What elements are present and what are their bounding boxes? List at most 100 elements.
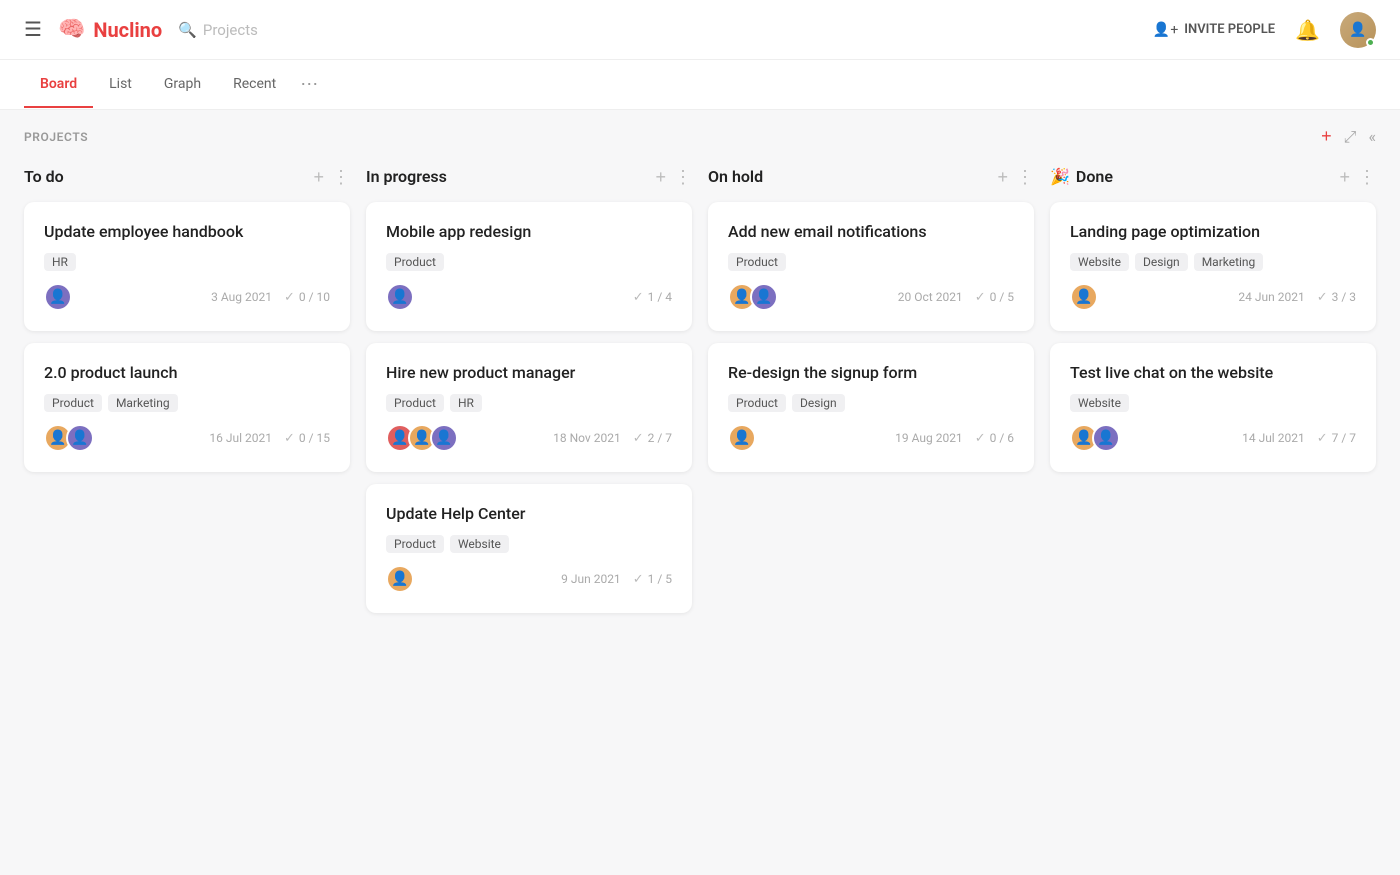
card-tag: Marketing [1194, 253, 1264, 271]
card-tag: HR [44, 253, 76, 271]
avatar: 👤 [1070, 283, 1098, 311]
tab-list[interactable]: List [93, 62, 148, 108]
column-menu-button[interactable]: ⋮ [1016, 168, 1034, 186]
card-date: 20 Oct 2021 [898, 290, 963, 304]
card[interactable]: Landing page optimizationWebsiteDesignMa… [1050, 202, 1376, 331]
card-title: Hire new product manager [386, 363, 672, 382]
card-footer: 👤👤16 Jul 2021✓0 / 15 [44, 424, 330, 452]
card-avatars: 👤👤👤 [386, 424, 458, 452]
tab-recent[interactable]: Recent [217, 62, 292, 108]
kanban-columns: To do+⋮Update employee handbookHR👤3 Aug … [24, 163, 1376, 625]
card[interactable]: Re-design the signup formProductDesign👤1… [708, 343, 1034, 472]
board-section-title: PROJECTS [24, 130, 88, 144]
card-date: 14 Jul 2021 [1242, 431, 1305, 445]
column-add-button[interactable]: + [997, 168, 1008, 186]
card-meta: 24 Jun 2021 ✓3 / 3 [1238, 290, 1356, 305]
invite-icon: 👤+ [1153, 22, 1178, 38]
column-todo: To do+⋮Update employee handbookHR👤3 Aug … [24, 163, 350, 484]
card-avatars: 👤 [1070, 283, 1098, 311]
column-add-button[interactable]: + [1339, 168, 1350, 186]
checklist-icon: ✓ [633, 290, 644, 305]
card-tags: ProductMarketing [44, 394, 330, 412]
card-date: 3 Aug 2021 [211, 290, 272, 304]
card-tag: Product [44, 394, 102, 412]
column-add-button[interactable]: + [655, 168, 666, 186]
bell-icon[interactable]: 🔔 [1295, 18, 1320, 42]
checklist-icon: ✓ [975, 290, 986, 305]
card-tag: Design [792, 394, 845, 412]
header-right: 👤+ INVITE PEOPLE 🔔 👤 [1153, 12, 1376, 48]
card[interactable]: Mobile app redesignProduct👤✓1 / 4 [366, 202, 692, 331]
card-footer: 👤19 Aug 2021✓0 / 6 [728, 424, 1014, 452]
card-avatars: 👤 [386, 565, 414, 593]
avatar: 👤 [386, 565, 414, 593]
column-header-todo: To do+⋮ [24, 163, 350, 190]
card[interactable]: Add new email notificationsProduct👤👤20 O… [708, 202, 1034, 331]
card-title: Re-design the signup form [728, 363, 1014, 382]
checklist-count: 0 / 6 [990, 431, 1014, 445]
avatar: 👤 [728, 424, 756, 452]
column-title-done: 🎉 Done [1050, 167, 1113, 186]
card-tags: Product Design [728, 394, 1014, 412]
column-menu-button[interactable]: ⋮ [1358, 168, 1376, 186]
card-checklist: ✓3 / 3 [1317, 290, 1356, 305]
board-header: PROJECTS + ⤢ « [24, 126, 1376, 147]
card-tag: Product [728, 394, 786, 412]
header: ☰ 🧠 Nuclino 🔍 Projects 👤+ INVITE PEOPLE … [0, 0, 1400, 60]
hamburger-button[interactable]: ☰ [24, 20, 42, 40]
column-header-done: 🎉Done+⋮ [1050, 163, 1376, 190]
checklist-icon: ✓ [284, 290, 295, 305]
column-inprogress: In progress + ⋮ Mobile app redesignProduct👤… [366, 163, 692, 625]
card-footer: 👤👤20 Oct 2021✓0 / 5 [728, 283, 1014, 311]
collapse-icon[interactable]: « [1368, 127, 1376, 146]
column-emoji: 🎉 [1050, 167, 1070, 186]
avatar: 👤 [750, 283, 778, 311]
column-header-actions: +⋮ [1339, 168, 1376, 186]
column-done: 🎉Done+⋮Landing page optimizationWebsiteD… [1050, 163, 1376, 484]
checklist-icon: ✓ [284, 431, 295, 446]
card[interactable]: Update employee handbookHR👤3 Aug 2021✓0 … [24, 202, 350, 331]
column-title-inprogress: In progress [366, 167, 447, 186]
logo-text: Nuclino [93, 18, 162, 42]
column-add-button[interactable]: + [313, 168, 324, 186]
user-avatar[interactable]: 👤 [1340, 12, 1376, 48]
expand-icon[interactable]: ⤢ [1344, 127, 1357, 147]
column-title-todo: To do [24, 167, 64, 186]
card-date: 24 Jun 2021 [1238, 290, 1304, 304]
card-tags: Product [386, 253, 672, 271]
column-menu-button[interactable]: ⋮ [332, 168, 350, 186]
invite-button[interactable]: 👤+ INVITE PEOPLE [1153, 22, 1275, 38]
checklist-count: 0 / 10 [299, 290, 330, 304]
card-date: 9 Jun 2021 [561, 572, 621, 586]
card-title: Test live chat on the website [1070, 363, 1356, 382]
column-title-text: Done [1076, 167, 1113, 186]
column-menu-button[interactable]: ⋮ [674, 168, 692, 186]
tabs-bar: Board List Graph Recent ⋯ [0, 60, 1400, 110]
tab-board[interactable]: Board [24, 62, 93, 108]
checklist-icon: ✓ [975, 431, 986, 446]
card-checklist: ✓7 / 7 [1317, 431, 1356, 446]
checklist-count: 2 / 7 [648, 431, 672, 445]
card-footer: 👤 24 Jun 2021 ✓3 / 3 [1070, 283, 1356, 311]
card-footer: 👤👤14 Jul 2021✓7 / 7 [1070, 424, 1356, 452]
card-tags: WebsiteDesignMarketing [1070, 253, 1356, 271]
column-onhold: On hold+⋮Add new email notificationsProd… [708, 163, 1034, 484]
column-header-actions: +⋮ [313, 168, 350, 186]
card[interactable]: Update Help CenterProductWebsite👤9 Jun 2… [366, 484, 692, 613]
avatar: 👤 [44, 283, 72, 311]
card-date: 16 Jul 2021 [209, 431, 272, 445]
card-footer: 👤👤👤18 Nov 2021✓2 / 7 [386, 424, 672, 452]
checklist-icon: ✓ [1317, 290, 1328, 305]
tab-more-button[interactable]: ⋯ [292, 60, 326, 109]
card-checklist: ✓ 0 / 10 [284, 290, 330, 305]
card[interactable]: Hire new product managerProductHR👤👤👤18 N… [366, 343, 692, 472]
card-tag: Product [728, 253, 786, 271]
add-column-button[interactable]: + [1321, 126, 1332, 147]
card-title: 2.0 product launch [44, 363, 330, 382]
search-area[interactable]: 🔍 Projects [178, 21, 258, 39]
tab-graph[interactable]: Graph [148, 62, 217, 108]
card-avatars: 👤👤 [728, 283, 778, 311]
card-meta: 14 Jul 2021 ✓7 / 7 [1242, 431, 1356, 446]
card[interactable]: 2.0 product launchProductMarketing👤👤16 J… [24, 343, 350, 472]
card[interactable]: Test live chat on the websiteWebsite👤👤14… [1050, 343, 1376, 472]
